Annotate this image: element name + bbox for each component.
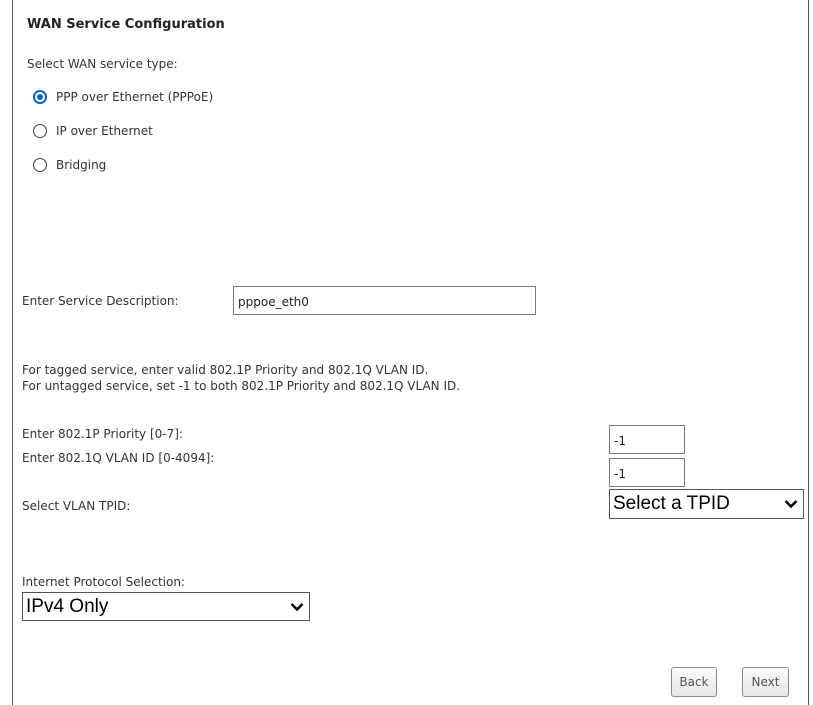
priority-label: Enter 802.1P Priority [0-7]: — [22, 427, 183, 441]
radio-button-bridging[interactable] — [33, 158, 47, 172]
vlan-help-untagged: For untagged service, set -1 to both 802… — [22, 379, 461, 393]
service-type-label: Select WAN service type: — [27, 57, 178, 71]
vlan-id-input[interactable] — [609, 458, 685, 487]
radio-option-ipoe[interactable]: IP over Ethernet — [33, 124, 153, 138]
service-description-input[interactable] — [233, 286, 536, 315]
protocol-select-value: IPv4 Only — [26, 595, 109, 617]
radio-option-bridging[interactable]: Bridging — [33, 158, 106, 172]
priority-input[interactable] — [609, 425, 685, 454]
radio-option-pppoe[interactable]: PPP over Ethernet (PPPoE) — [33, 90, 213, 104]
protocol-select[interactable]: IPv4 Only — [22, 592, 310, 621]
radio-button-ipoe[interactable] — [33, 124, 47, 138]
tpid-select-value: Select a TPID — [613, 493, 730, 514]
next-button[interactable]: Next — [742, 667, 789, 697]
radio-label-pppoe: PPP over Ethernet (PPPoE) — [56, 90, 214, 104]
radio-label-ipoe: IP over Ethernet — [56, 124, 153, 138]
protocol-label: Internet Protocol Selection: — [22, 575, 185, 589]
tpid-label: Select VLAN TPID: — [22, 499, 131, 513]
vlan-help-tagged: For tagged service, enter valid 802.1P P… — [22, 363, 429, 377]
tpid-select[interactable]: Select a TPID — [609, 489, 804, 519]
radio-label-bridging: Bridging — [56, 158, 107, 172]
page-title: WAN Service Configuration — [27, 17, 225, 32]
vlan-id-label: Enter 802.1Q VLAN ID [0-4094]: — [22, 451, 215, 465]
radio-button-pppoe[interactable] — [33, 90, 47, 104]
chevron-down-icon — [290, 602, 304, 611]
service-description-label: Enter Service Description: — [22, 294, 179, 308]
back-button[interactable]: Back — [671, 667, 717, 697]
chevron-down-icon — [784, 500, 798, 509]
